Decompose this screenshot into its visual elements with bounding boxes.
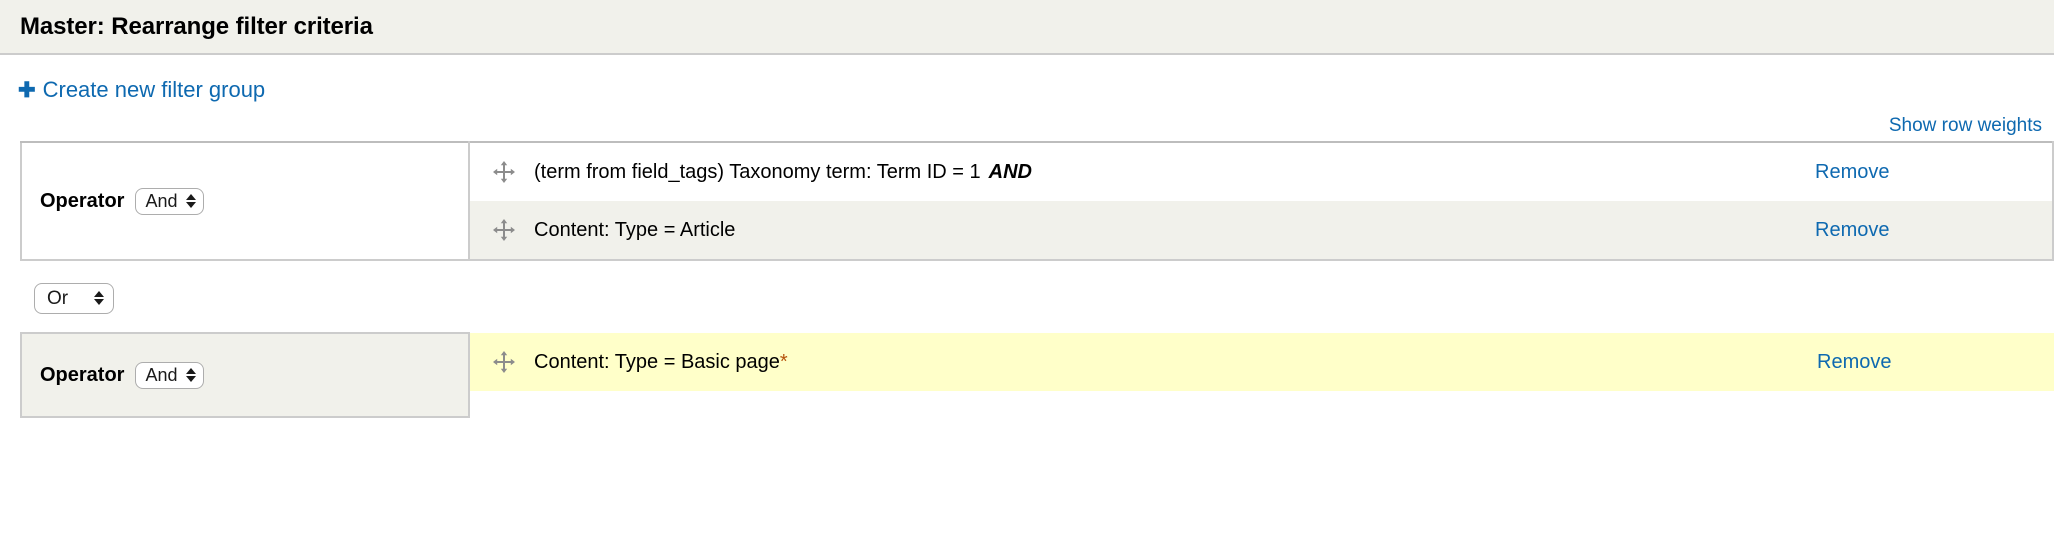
criteria-text-main: (term from field_tags) Taxonomy term: Te…	[534, 160, 981, 183]
criteria-label-cell: (term from field_tags) Taxonomy term: Te…	[470, 143, 1815, 201]
table-row: Content: Type = Article Remove	[470, 201, 2052, 259]
stepper-arrows-icon	[185, 193, 196, 208]
stepper-arrows-icon	[94, 291, 104, 305]
criteria-text-main: Content: Type = Basic page	[534, 350, 780, 373]
operator-select-value: And	[145, 190, 178, 211]
operator-label: Operator	[40, 189, 125, 212]
create-group-row: ✚ Create new filter group	[0, 55, 2054, 103]
criteria-label-cell: Content: Type = Article	[470, 201, 1815, 259]
operator-label: Operator	[40, 363, 125, 386]
operator-cell-group-1: Operator And	[21, 142, 470, 260]
filter-group-table-1: Operator And (term from field_tags) Taxo…	[20, 141, 2054, 261]
group-join-value: Or	[47, 287, 69, 309]
criteria-label-cell: Content: Type = Basic page*	[470, 333, 1817, 391]
criteria-operator-suffix: AND	[988, 160, 1032, 183]
remove-link[interactable]: Remove	[1815, 219, 1889, 241]
row-weights-row: Show row weights	[0, 115, 2054, 141]
create-new-filter-group-label: Create new filter group	[42, 77, 266, 102]
operator-select-group-2[interactable]: And	[135, 361, 204, 389]
remove-link[interactable]: Remove	[1815, 161, 1889, 183]
move-cross-icon[interactable]	[491, 349, 517, 375]
remove-link[interactable]: Remove	[1817, 351, 1891, 373]
stepper-arrows-icon	[185, 367, 196, 382]
operator-cell-group-2: Operator And	[20, 332, 470, 418]
criteria-table-group-1: (term from field_tags) Taxonomy term: Te…	[470, 143, 2052, 259]
table-row: Content: Type = Basic page* Remove	[470, 333, 2054, 391]
criteria-remove-cell: Remove	[1817, 333, 2054, 391]
criteria-text: (term from field_tags) Taxonomy term: Te…	[534, 161, 1032, 184]
page-title: Master: Rearrange filter criteria	[20, 12, 373, 40]
filter-group-table-2: Operator And Content: Type = Basic page*…	[20, 332, 2054, 418]
required-marker: *	[779, 350, 788, 373]
criteria-text-main: Content: Type = Article	[534, 218, 736, 241]
criteria-remove-cell: Remove	[1815, 201, 2052, 259]
group-join-select[interactable]: Or	[34, 283, 114, 314]
filter-group-wrapper-2: Operator And Content: Type = Basic page*…	[0, 332, 2054, 418]
table-row: (term from field_tags) Taxonomy term: Te…	[470, 143, 2052, 201]
criteria-text: Content: Type = Article	[534, 219, 735, 242]
criteria-table-group-2: Content: Type = Basic page* Remove	[470, 333, 2054, 391]
move-cross-icon[interactable]	[491, 159, 517, 185]
create-new-filter-group-button[interactable]: ✚ Create new filter group	[18, 77, 265, 103]
criteria-text: Content: Type = Basic page*	[534, 351, 788, 374]
criteria-cell-group-1: (term from field_tags) Taxonomy term: Te…	[469, 142, 2053, 260]
dialog-header: Master: Rearrange filter criteria	[0, 0, 2054, 55]
operator-select-value: And	[145, 364, 178, 385]
move-cross-icon[interactable]	[491, 217, 517, 243]
criteria-remove-cell: Remove	[1815, 143, 2052, 201]
criteria-cell-group-2: Content: Type = Basic page* Remove	[469, 333, 2054, 417]
operator-select-group-1[interactable]: And	[135, 187, 204, 215]
group-join-row: Or	[34, 283, 2054, 314]
show-row-weights-link[interactable]: Show row weights	[1889, 115, 2042, 136]
plus-icon: ✚	[18, 78, 36, 102]
